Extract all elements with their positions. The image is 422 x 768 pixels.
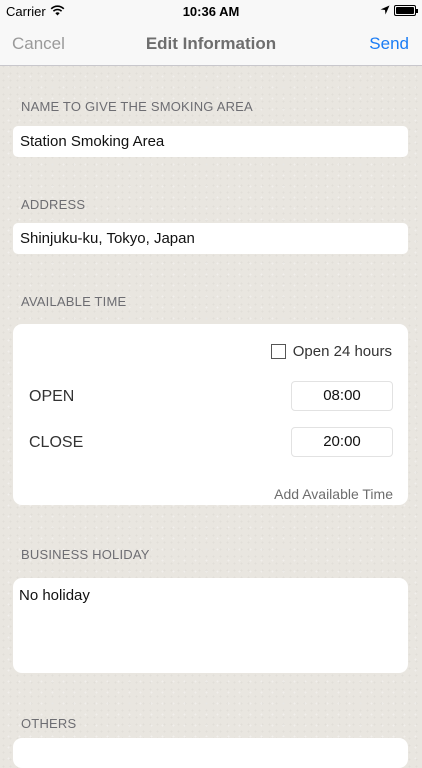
open-24-hours-checkbox[interactable]	[270, 344, 286, 359]
others-section-header: OTHERS	[21, 716, 77, 731]
address-section-header: ADDRESS	[21, 197, 86, 212]
open-label: OPEN	[29, 388, 75, 405]
navigation-bar: Cancel Edit Information Send	[0, 22, 422, 66]
available-time-card: Open 24 hours OPEN 08:00 CLOSE 20:00 Add…	[13, 324, 408, 505]
location-arrow-icon	[380, 5, 390, 15]
open-24-hours-option[interactable]: Open 24 hours	[270, 343, 392, 360]
close-time-field[interactable]: 20:00	[291, 427, 393, 457]
add-available-time-button[interactable]: Add Available Time	[274, 486, 393, 502]
page-title: Edit Information	[145, 34, 277, 53]
close-label: CLOSE	[29, 434, 84, 451]
open-24-hours-label: Open 24 hours	[292, 343, 392, 360]
address-field[interactable]: Shinjuku-ku, Tokyo, Japan	[13, 223, 408, 254]
name-section-header: NAME TO GIVE THE SMOKING AREA	[21, 99, 253, 114]
others-field[interactable]	[13, 738, 408, 768]
business-holiday-field[interactable]: No holiday	[13, 578, 408, 673]
send-button[interactable]: Send	[369, 34, 409, 54]
status-bar: Carrier 10:36 AM	[0, 0, 422, 22]
open-time-field[interactable]: 08:00	[291, 381, 393, 411]
clock: 10:36 AM	[182, 4, 240, 19]
battery-icon	[394, 5, 418, 16]
available-time-section-header: AVAILABLE TIME	[21, 294, 127, 309]
business-holiday-section-header: BUSINESS HOLIDAY	[21, 547, 150, 562]
name-field[interactable]: Station Smoking Area	[13, 126, 408, 157]
